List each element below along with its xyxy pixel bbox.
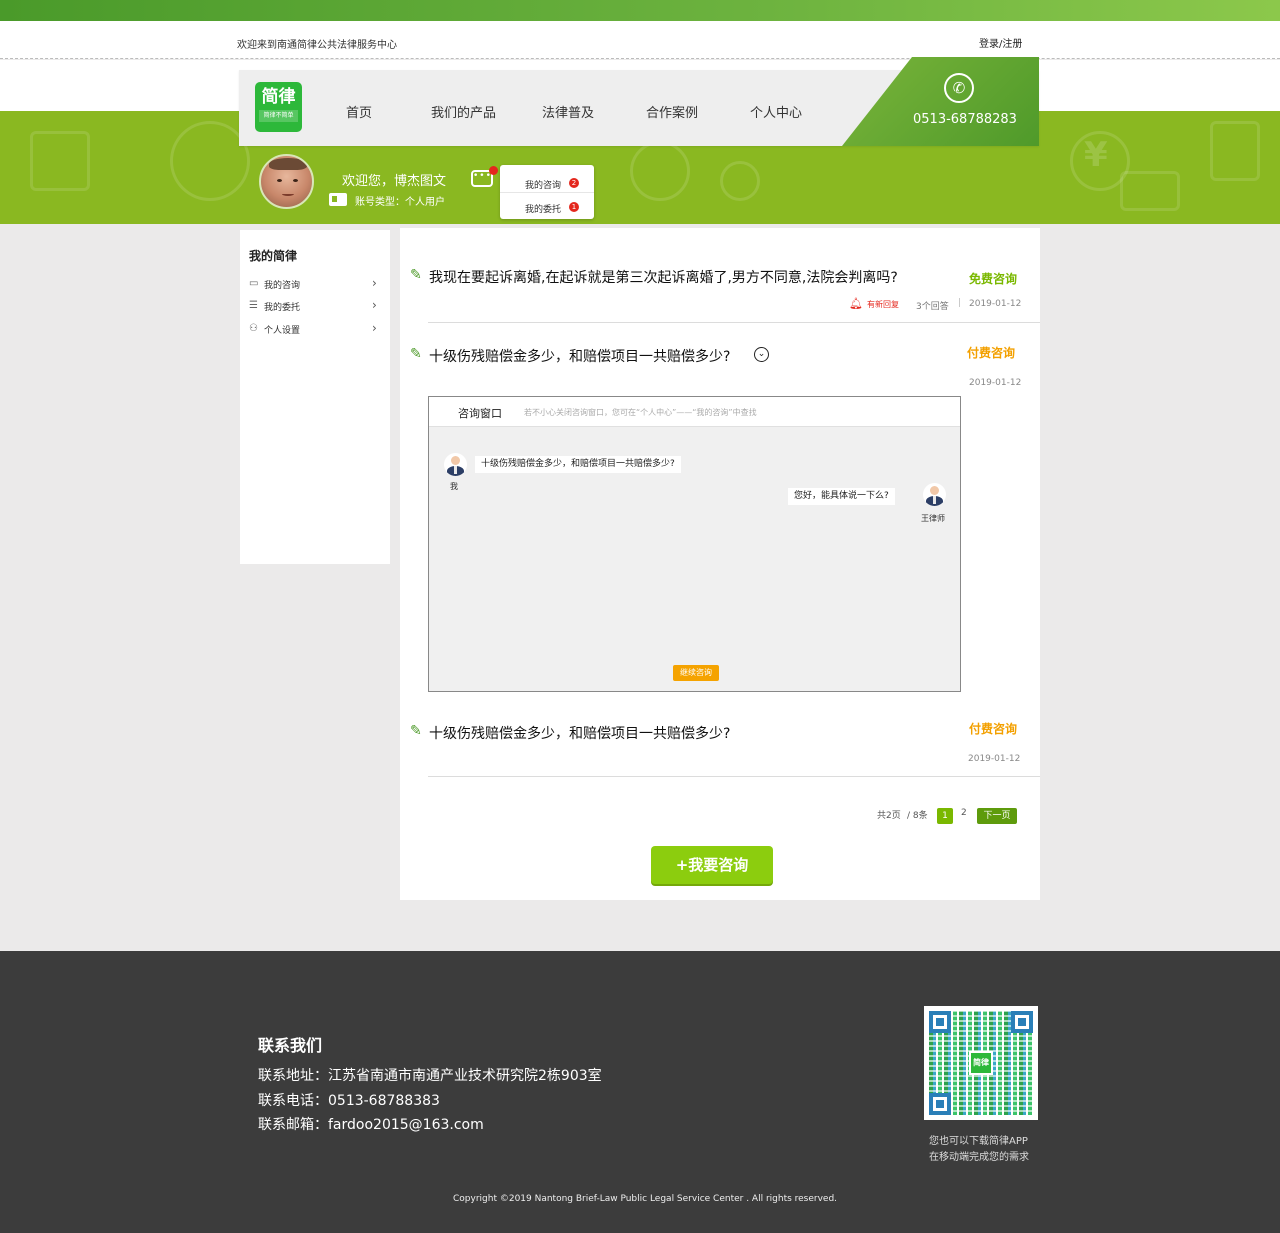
sidebar-item-label: 我的咨询 [264, 281, 301, 291]
answer-count: 3个回答 [916, 302, 949, 312]
sidebar-title: 我的简律 [249, 249, 298, 263]
top-accent-strip [0, 0, 1280, 21]
user-dropdown: 我的咨询 2 我的委托 1 [500, 165, 594, 219]
footer-address: 联系地址：江苏省南通市南通产业技术研究院2栋903室 [258, 1068, 602, 1084]
qr-caption-line2: 在移动端完成您的需求 [929, 1152, 1029, 1163]
new-consultation-button[interactable]: +我要咨询 [651, 846, 773, 884]
consult-type-badge: 付费咨询 [967, 346, 1016, 360]
logo-text: 简律 [261, 87, 296, 107]
consult-type-badge: 免费咨询 [969, 272, 1018, 286]
qr-logo: 简律 [969, 1051, 993, 1075]
dropdown-item-commissions[interactable]: 我的委托 1 [500, 193, 594, 217]
sidebar-item-consultations[interactable]: ▭ 我的咨询 › [240, 276, 390, 296]
nav-cases[interactable]: 合作案例 [646, 102, 698, 121]
list-icon: ☰ [249, 300, 258, 311]
nav-home[interactable]: 首页 [346, 102, 372, 121]
sidebar-item-commissions[interactable]: ☰ 我的委托 › [240, 298, 390, 318]
chat-tab[interactable]: 咨询窗口 [458, 405, 502, 421]
sidebar-item-label: 个人设置 [264, 326, 301, 336]
top-bar: 欢迎来到南通简律公共法律服务中心 登录/注册 [0, 21, 1280, 59]
dropdown-item-consultations[interactable]: 我的咨询 2 [500, 169, 594, 193]
user-avatar-icon [444, 453, 467, 476]
sidebar: 我的简律 ▭ 我的咨询 › ☰ 我的委托 › ⚇ 个人设置 › [240, 230, 390, 564]
page-2-button[interactable]: 2 [961, 808, 967, 818]
count-badge: 2 [569, 178, 579, 188]
divider [428, 322, 1040, 323]
phone-icon: ✆ [944, 73, 974, 103]
lawyer-avatar-icon [923, 483, 946, 506]
count-badge: 1 [569, 202, 579, 212]
nav-personal-center[interactable]: 个人中心 [750, 102, 802, 121]
welcome-text: 欢迎来到南通简律公共法律服务中心 [237, 40, 397, 51]
chevron-right-icon: › [372, 298, 377, 312]
pin-icon: ✎ [410, 723, 422, 739]
continue-consult-button[interactable]: 继续咨询 [673, 665, 719, 681]
footer-phone: 联系电话：0513-68788383 [258, 1093, 440, 1109]
divider [428, 776, 1040, 777]
account-type: 账号类型：个人用户 [355, 197, 445, 208]
chat-header: 咨询窗口 若不小心关闭咨询窗口，您可在“个人中心”——“我的咨询”中查找 [429, 397, 960, 427]
question-title[interactable]: 我现在要起诉离婚,在起诉就是第三次起诉离婚了,男方不同意,法院会判离吗? [429, 267, 898, 287]
app-qr-code: 简律 [924, 1006, 1038, 1120]
question-date: 2019-01-12 [968, 754, 1021, 764]
nav-law-education[interactable]: 法律普及 [542, 102, 594, 121]
chat-icon: ▭ [249, 278, 259, 289]
avatar[interactable] [259, 154, 314, 209]
question-title[interactable]: 十级伤残赔偿金多少，和赔偿项目一共赔偿多少? [429, 346, 730, 366]
footer: 联系我们 联系地址：江苏省南通市南通产业技术研究院2栋903室 联系电话：051… [0, 951, 1280, 1233]
new-reply-label[interactable]: 有新回复 [867, 299, 899, 310]
logo-slogan: 简律不简单 [259, 110, 298, 122]
question-date: 2019-01-12 [969, 299, 1022, 309]
site-logo[interactable]: 简律 简律不简单 [255, 82, 302, 132]
sidebar-item-settings[interactable]: ⚇ 个人设置 › [240, 321, 390, 341]
footer-email[interactable]: 联系邮箱：fardoo2015@163.com [258, 1114, 484, 1134]
chat-hint: 若不小心关闭咨询窗口，您可在“个人中心”——“我的咨询”中查找 [524, 408, 757, 417]
sender-name: 王律师 [921, 514, 945, 523]
consult-type-badge: 付费咨询 [969, 722, 1018, 736]
chat-message: 您好，能具体说一下么? [788, 488, 895, 505]
question-date: 2019-01-12 [969, 378, 1022, 388]
separator: | [958, 298, 962, 308]
chevron-right-icon: › [372, 276, 377, 290]
dropdown-item-label: 我的咨询 [525, 181, 562, 191]
user-icon: ⚇ [249, 323, 258, 334]
bell-icon: 🔔︎ [849, 297, 863, 310]
sidebar-item-label: 我的委托 [264, 303, 301, 313]
user-greeting: 欢迎您，博杰图文 [342, 174, 447, 189]
next-page-button[interactable]: 下一页 [977, 808, 1017, 824]
pin-icon: ✎ [410, 267, 422, 283]
pager-total-items: / 8条 [907, 811, 928, 821]
question-title[interactable]: 十级伤残赔偿金多少，和赔偿项目一共赔偿多少? [429, 723, 730, 743]
notification-dot [489, 166, 498, 175]
chat-window: 咨询窗口 若不小心关闭咨询窗口，您可在“个人中心”——“我的咨询”中查找 我 十… [428, 396, 961, 692]
qr-caption-line1: 您也可以下载简律APP [929, 1136, 1028, 1147]
hotline-number: 0513-68788283 [913, 112, 1017, 127]
chevron-down-icon[interactable]: ⌄ [754, 347, 769, 362]
pin-icon: ✎ [410, 346, 422, 362]
id-card-icon [329, 193, 347, 206]
dropdown-item-label: 我的委托 [525, 205, 562, 215]
login-register-link[interactable]: 登录/注册 [979, 35, 1022, 50]
pager-total-pages: 共2页 [877, 811, 901, 821]
nav-products[interactable]: 我们的产品 [431, 102, 496, 121]
page-1-button[interactable]: 1 [937, 808, 953, 824]
sender-name: 我 [450, 482, 458, 491]
footer-title: 联系我们 [258, 1036, 323, 1055]
chat-message: 十级伤残赔偿金多少，和赔偿项目一共赔偿多少? [475, 456, 681, 473]
copyright: Copyright ©2019 Nantong Brief-Law Public… [453, 1194, 838, 1204]
chevron-right-icon: › [372, 321, 377, 335]
